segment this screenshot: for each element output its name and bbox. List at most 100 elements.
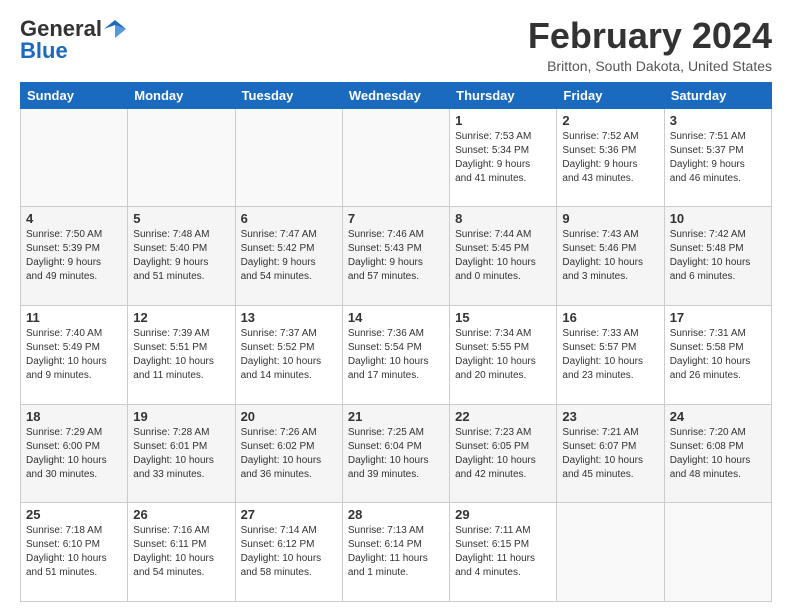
day-number: 14 xyxy=(348,310,444,325)
day-info: Sunrise: 7:47 AMSunset: 5:42 PMDaylight:… xyxy=(241,228,337,284)
table-row: 10 Sunrise: 7:42 AMSunset: 5:48 PMDayligh… xyxy=(664,207,771,306)
table-row: 22 Sunrise: 7:23 AMSunset: 6:05 PMDayligh… xyxy=(450,404,557,503)
day-number: 11 xyxy=(26,310,122,325)
table-row: 17 Sunrise: 7:31 AMSunset: 5:58 PMDayligh… xyxy=(664,305,771,404)
table-row: 1Sunrise: 7:53 AMSunset: 5:34 PMDaylight… xyxy=(450,108,557,207)
day-number: 22 xyxy=(455,409,551,424)
table-row: 12 Sunrise: 7:39 AMSunset: 5:51 PMDayligh… xyxy=(128,305,235,404)
table-row: 3 Sunrise: 7:51 AMSunset: 5:37 PMDaylight… xyxy=(664,108,771,207)
table-row xyxy=(664,503,771,602)
day-info: Sunrise: 7:29 AMSunset: 6:00 PMDaylight:… xyxy=(26,426,122,482)
table-row: 20 Sunrise: 7:26 AMSunset: 6:02 PMDayligh… xyxy=(235,404,342,503)
day-info: Sunrise: 7:48 AMSunset: 5:40 PMDaylight:… xyxy=(133,228,229,284)
calendar-week-row: 25 Sunrise: 7:18 AMSunset: 6:10 PMDayligh… xyxy=(21,503,772,602)
day-number: 21 xyxy=(348,409,444,424)
day-number: 27 xyxy=(241,507,337,522)
col-sunday: Sunday xyxy=(21,82,128,108)
day-info: Sunrise: 7:39 AMSunset: 5:51 PMDaylight:… xyxy=(133,327,229,383)
table-row xyxy=(342,108,449,207)
day-info: Sunrise: 7:42 AMSunset: 5:48 PMDaylight:… xyxy=(670,228,766,284)
day-number: 12 xyxy=(133,310,229,325)
day-number: 20 xyxy=(241,409,337,424)
table-row: 13 Sunrise: 7:37 AMSunset: 5:52 PMDayligh… xyxy=(235,305,342,404)
table-row: 4 Sunrise: 7:50 AMSunset: 5:39 PMDaylight… xyxy=(21,207,128,306)
logo-bird-icon xyxy=(104,20,126,38)
day-info: Sunrise: 7:13 AMSunset: 6:14 PMDaylight:… xyxy=(348,524,444,580)
col-tuesday: Tuesday xyxy=(235,82,342,108)
day-number: 1 xyxy=(455,113,551,128)
table-row xyxy=(235,108,342,207)
table-row: 28 Sunrise: 7:13 AMSunset: 6:14 PMDayligh… xyxy=(342,503,449,602)
day-info: Sunrise: 7:16 AMSunset: 6:11 PMDaylight:… xyxy=(133,524,229,580)
calendar-week-row: 18 Sunrise: 7:29 AMSunset: 6:00 PMDayligh… xyxy=(21,404,772,503)
calendar-table: Sunday Monday Tuesday Wednesday Thursday… xyxy=(20,82,772,602)
table-row: 8Sunrise: 7:44 AMSunset: 5:45 PMDaylight… xyxy=(450,207,557,306)
col-thursday: Thursday xyxy=(450,82,557,108)
col-friday: Friday xyxy=(557,82,664,108)
table-row: 26 Sunrise: 7:16 AMSunset: 6:11 PMDayligh… xyxy=(128,503,235,602)
day-info: Sunrise: 7:37 AMSunset: 5:52 PMDaylight:… xyxy=(241,327,337,383)
table-row: 15 Sunrise: 7:34 AMSunset: 5:55 PMDayligh… xyxy=(450,305,557,404)
day-number: 15 xyxy=(455,310,551,325)
day-info: Sunrise: 7:25 AMSunset: 6:04 PMDaylight:… xyxy=(348,426,444,482)
day-number: 19 xyxy=(133,409,229,424)
day-info: Sunrise: 7:34 AMSunset: 5:55 PMDaylight:… xyxy=(455,327,551,383)
day-number: 24 xyxy=(670,409,766,424)
day-number: 3 xyxy=(670,113,766,128)
day-number: 17 xyxy=(670,310,766,325)
page: General Blue February 2024 Britton, Sout… xyxy=(0,0,792,612)
day-number: 13 xyxy=(241,310,337,325)
day-info: Sunrise: 7:14 AMSunset: 6:12 PMDaylight:… xyxy=(241,524,337,580)
calendar-week-row: 1Sunrise: 7:53 AMSunset: 5:34 PMDaylight… xyxy=(21,108,772,207)
month-title: February 2024 xyxy=(528,16,772,56)
day-info: Sunrise: 7:23 AMSunset: 6:05 PMDaylight:… xyxy=(455,426,551,482)
table-row xyxy=(128,108,235,207)
location: Britton, South Dakota, United States xyxy=(528,58,772,74)
table-row: 21 Sunrise: 7:25 AMSunset: 6:04 PMDayligh… xyxy=(342,404,449,503)
day-number: 29 xyxy=(455,507,551,522)
table-row: 14 Sunrise: 7:36 AMSunset: 5:54 PMDayligh… xyxy=(342,305,449,404)
day-info: Sunrise: 7:31 AMSunset: 5:58 PMDaylight:… xyxy=(670,327,766,383)
day-number: 6 xyxy=(241,211,337,226)
day-info: Sunrise: 7:46 AMSunset: 5:43 PMDaylight:… xyxy=(348,228,444,284)
day-info: Sunrise: 7:11 AMSunset: 6:15 PMDaylight:… xyxy=(455,524,551,580)
day-info: Sunrise: 7:26 AMSunset: 6:02 PMDaylight:… xyxy=(241,426,337,482)
day-number: 28 xyxy=(348,507,444,522)
logo-blue: Blue xyxy=(20,38,68,64)
day-number: 16 xyxy=(562,310,658,325)
day-info: Sunrise: 7:18 AMSunset: 6:10 PMDaylight:… xyxy=(26,524,122,580)
day-info: Sunrise: 7:43 AMSunset: 5:46 PMDaylight:… xyxy=(562,228,658,284)
day-number: 4 xyxy=(26,211,122,226)
day-number: 23 xyxy=(562,409,658,424)
header: General Blue February 2024 Britton, Sout… xyxy=(20,16,772,74)
table-row: 7 Sunrise: 7:46 AMSunset: 5:43 PMDaylight… xyxy=(342,207,449,306)
col-monday: Monday xyxy=(128,82,235,108)
day-number: 2 xyxy=(562,113,658,128)
day-info: Sunrise: 7:50 AMSunset: 5:39 PMDaylight:… xyxy=(26,228,122,284)
day-info: Sunrise: 7:51 AMSunset: 5:37 PMDaylight:… xyxy=(670,130,766,186)
day-number: 7 xyxy=(348,211,444,226)
day-number: 10 xyxy=(670,211,766,226)
day-info: Sunrise: 7:52 AMSunset: 5:36 PMDaylight:… xyxy=(562,130,658,186)
table-row: 23 Sunrise: 7:21 AMSunset: 6:07 PMDayligh… xyxy=(557,404,664,503)
day-info: Sunrise: 7:36 AMSunset: 5:54 PMDaylight:… xyxy=(348,327,444,383)
col-saturday: Saturday xyxy=(664,82,771,108)
day-info: Sunrise: 7:44 AMSunset: 5:45 PMDaylight:… xyxy=(455,228,551,284)
table-row: 5Sunrise: 7:48 AMSunset: 5:40 PMDaylight… xyxy=(128,207,235,306)
table-row: 2 Sunrise: 7:52 AMSunset: 5:36 PMDaylight… xyxy=(557,108,664,207)
table-row: 24 Sunrise: 7:20 AMSunset: 6:08 PMDayligh… xyxy=(664,404,771,503)
table-row: 18 Sunrise: 7:29 AMSunset: 6:00 PMDayligh… xyxy=(21,404,128,503)
col-wednesday: Wednesday xyxy=(342,82,449,108)
table-row: 9Sunrise: 7:43 AMSunset: 5:46 PMDaylight… xyxy=(557,207,664,306)
day-number: 25 xyxy=(26,507,122,522)
day-info: Sunrise: 7:40 AMSunset: 5:49 PMDaylight:… xyxy=(26,327,122,383)
table-row: 6 Sunrise: 7:47 AMSunset: 5:42 PMDaylight… xyxy=(235,207,342,306)
day-info: Sunrise: 7:20 AMSunset: 6:08 PMDaylight:… xyxy=(670,426,766,482)
day-info: Sunrise: 7:21 AMSunset: 6:07 PMDaylight:… xyxy=(562,426,658,482)
table-row: 29 Sunrise: 7:11 AMSunset: 6:15 PMDayligh… xyxy=(450,503,557,602)
table-row: 27 Sunrise: 7:14 AMSunset: 6:12 PMDayligh… xyxy=(235,503,342,602)
table-row: 11 Sunrise: 7:40 AMSunset: 5:49 PMDayligh… xyxy=(21,305,128,404)
title-section: February 2024 Britton, South Dakota, Uni… xyxy=(528,16,772,74)
day-number: 18 xyxy=(26,409,122,424)
day-number: 26 xyxy=(133,507,229,522)
